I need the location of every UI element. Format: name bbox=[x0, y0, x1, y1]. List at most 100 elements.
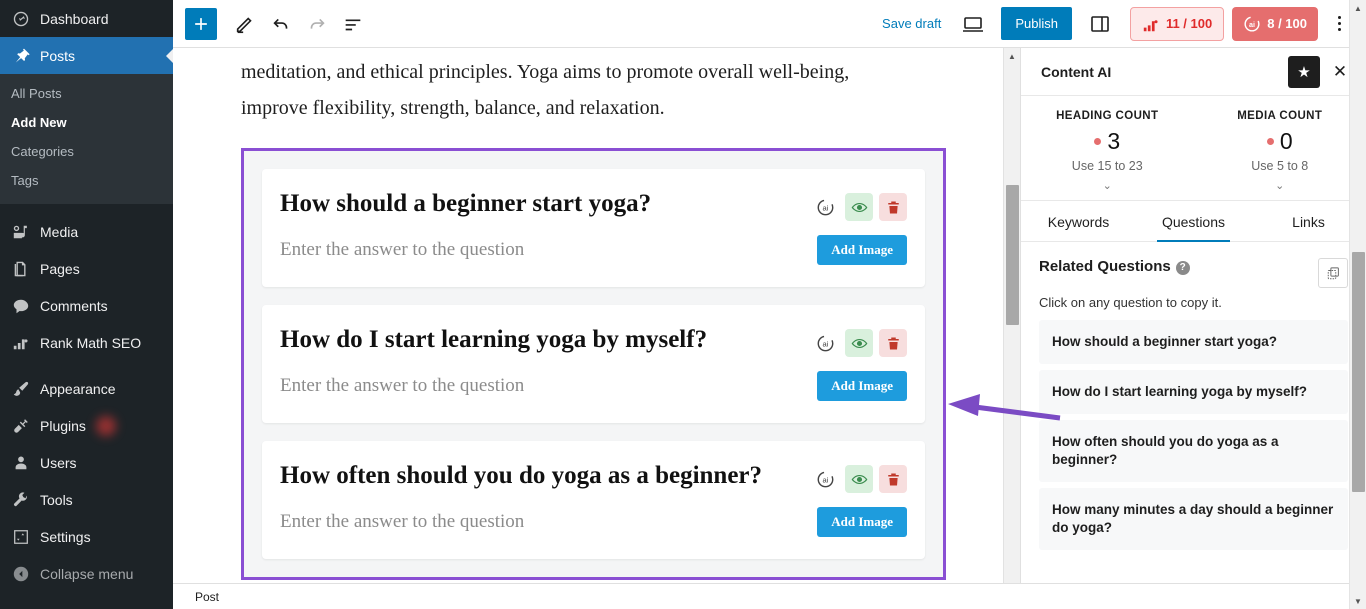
sidebar-item-settings[interactable]: Settings bbox=[0, 518, 173, 555]
window-scrollbar[interactable]: ▲ ▼ bbox=[1349, 0, 1366, 609]
sidebar-item-label: Users bbox=[40, 454, 77, 471]
settings-sidebar-icon[interactable] bbox=[1082, 6, 1118, 42]
edit-tool-button[interactable] bbox=[227, 6, 263, 42]
faq-block[interactable]: How should a beginner start yoga? ai Ent… bbox=[244, 151, 943, 577]
menu-divider bbox=[0, 204, 173, 213]
related-questions-subtitle: Click on any question to copy it. bbox=[1039, 295, 1222, 310]
posts-submenu: All Posts Add New Categories Tags bbox=[0, 74, 173, 205]
add-image-button[interactable]: Add Image bbox=[817, 235, 907, 265]
help-icon[interactable]: ? bbox=[1175, 260, 1190, 275]
brush-icon bbox=[11, 379, 31, 399]
submenu-item-all-posts[interactable]: All Posts bbox=[0, 80, 173, 109]
breadcrumb-post[interactable]: Post bbox=[195, 590, 219, 604]
menu-divider-2 bbox=[0, 361, 173, 370]
svg-text:ai: ai bbox=[822, 475, 828, 484]
faq-card[interactable]: How often should you do yoga as a beginn… bbox=[262, 441, 925, 559]
sidebar-item-media[interactable]: Media bbox=[0, 213, 173, 250]
faq-answer-placeholder[interactable]: Enter the answer to the question bbox=[280, 239, 817, 261]
collapse-menu-button[interactable]: Collapse menu bbox=[0, 555, 173, 592]
sidebar-item-label: Settings bbox=[40, 528, 91, 545]
faq-question[interactable]: How should a beginner start yoga? bbox=[280, 187, 811, 221]
sidebar-item-posts[interactable]: Posts bbox=[0, 37, 173, 74]
rankmath-score-icon bbox=[1142, 15, 1160, 33]
settings-icon bbox=[11, 527, 31, 547]
plug-icon bbox=[11, 416, 31, 436]
rank-math-score-value: 11 / 100 bbox=[1165, 16, 1213, 31]
user-icon bbox=[11, 453, 31, 473]
sidebar-item-comments[interactable]: Comments bbox=[0, 287, 173, 324]
add-image-button[interactable]: Add Image bbox=[817, 507, 907, 537]
add-image-button[interactable]: Add Image bbox=[817, 371, 907, 401]
content-ai-panel: Content AI ★ ✕ HEADING COUNT 3 Use 15 to… bbox=[1020, 48, 1366, 609]
faq-question[interactable]: How do I start learning yoga by myself? bbox=[280, 323, 811, 357]
sidebar-item-label: Media bbox=[40, 223, 79, 240]
trash-icon[interactable] bbox=[879, 465, 907, 493]
sidebar-item-dashboard[interactable]: Dashboard bbox=[0, 0, 173, 37]
save-draft-button[interactable]: Save draft bbox=[872, 10, 951, 37]
publish-button[interactable]: Publish bbox=[1001, 7, 1072, 40]
sidebar-item-plugins[interactable]: Plugins bbox=[0, 407, 173, 444]
faq-answer-placeholder[interactable]: Enter the answer to the question bbox=[280, 511, 817, 533]
content-ai-score-badge[interactable]: ai 8 / 100 bbox=[1232, 6, 1318, 41]
window-scroll-down-icon[interactable]: ▼ bbox=[1350, 593, 1366, 609]
faq-card[interactable]: How should a beginner start yoga? ai Ent… bbox=[262, 169, 925, 287]
faq-question[interactable]: How often should you do yoga as a beginn… bbox=[280, 459, 811, 493]
submenu-item-tags[interactable]: Tags bbox=[0, 167, 173, 196]
media-count-block: MEDIA COUNT 0 Use 5 to 8 ⌄ bbox=[1194, 110, 1366, 192]
sidebar-item-tools[interactable]: Tools bbox=[0, 481, 173, 518]
undo-button[interactable] bbox=[263, 6, 299, 42]
sidebar-item-pages[interactable]: Pages bbox=[0, 250, 173, 287]
list-item[interactable]: How often should you do yoga as a beginn… bbox=[1039, 420, 1348, 482]
pages-icon bbox=[11, 259, 31, 279]
document-outline-button[interactable] bbox=[335, 6, 371, 42]
content-ai-icon[interactable]: ai bbox=[811, 193, 839, 221]
redo-button[interactable] bbox=[299, 6, 335, 42]
sidebar-item-label: Tools bbox=[40, 491, 73, 508]
list-item[interactable]: How many minutes a day should a beginner… bbox=[1039, 488, 1348, 550]
faq-answer-placeholder[interactable]: Enter the answer to the question bbox=[280, 375, 817, 397]
svg-text:ai: ai bbox=[822, 203, 828, 212]
content-ai-icon[interactable]: ai bbox=[811, 329, 839, 357]
chevron-down-icon[interactable]: ⌄ bbox=[1021, 179, 1194, 192]
heading-count-block: HEADING COUNT 3 Use 15 to 23 ⌄ bbox=[1021, 110, 1194, 192]
tab-questions[interactable]: Questions bbox=[1136, 201, 1251, 242]
heading-count-label: HEADING COUNT bbox=[1056, 110, 1159, 122]
eye-icon[interactable] bbox=[845, 193, 873, 221]
faq-card-footer: Enter the answer to the question Add Ima… bbox=[280, 371, 907, 401]
submenu-item-add-new[interactable]: Add New bbox=[0, 109, 173, 138]
scroll-up-arrow-icon[interactable]: ▲ bbox=[1004, 48, 1020, 64]
eye-icon[interactable] bbox=[845, 329, 873, 357]
window-scrollbar-thumb[interactable] bbox=[1352, 252, 1365, 492]
pin-icon bbox=[11, 46, 31, 66]
editor-scrollbar[interactable]: ▲ ▼ bbox=[1003, 48, 1020, 609]
list-item[interactable]: How do I start learning yoga by myself? bbox=[1039, 370, 1348, 414]
copy-icon[interactable] bbox=[1318, 258, 1348, 288]
trash-icon[interactable] bbox=[879, 329, 907, 357]
preview-laptop-icon[interactable] bbox=[955, 6, 991, 42]
sidebar-item-label: Appearance bbox=[40, 380, 116, 397]
heading-count-hint: Use 15 to 23 bbox=[1071, 159, 1143, 173]
paragraph-block[interactable]: meditation, and ethical principles. Yoga… bbox=[241, 48, 901, 126]
faq-card-footer: Enter the answer to the question Add Ima… bbox=[280, 507, 907, 537]
header-left-tools bbox=[185, 6, 371, 42]
faq-card-actions: ai bbox=[811, 187, 907, 221]
star-icon[interactable]: ★ bbox=[1288, 55, 1320, 88]
window-scroll-up-icon[interactable]: ▲ bbox=[1350, 0, 1366, 16]
sidebar-item-users[interactable]: Users bbox=[0, 444, 173, 481]
rank-math-score-badge[interactable]: 11 / 100 bbox=[1129, 6, 1225, 41]
chevron-down-icon[interactable]: ⌄ bbox=[1194, 179, 1366, 192]
tab-keywords[interactable]: Keywords bbox=[1021, 201, 1136, 241]
sidebar-item-appearance[interactable]: Appearance bbox=[0, 370, 173, 407]
eye-icon[interactable] bbox=[845, 465, 873, 493]
submenu-item-categories[interactable]: Categories bbox=[0, 138, 173, 167]
sidebar-item-rank-math-seo[interactable]: Rank Math SEO bbox=[0, 324, 173, 361]
faq-card[interactable]: How do I start learning yoga by myself? … bbox=[262, 305, 925, 423]
content-ai-icon[interactable]: ai bbox=[811, 465, 839, 493]
list-item[interactable]: How should a beginner start yoga? bbox=[1039, 320, 1348, 364]
add-block-button[interactable] bbox=[185, 7, 217, 40]
editor-scrollbar-thumb[interactable] bbox=[1006, 185, 1019, 325]
wordpress-block-editor: Dashboard Posts All Posts Add New Catego… bbox=[0, 0, 1366, 609]
trash-icon[interactable] bbox=[879, 193, 907, 221]
dashboard-icon bbox=[11, 9, 31, 29]
active-pointer bbox=[166, 47, 173, 64]
